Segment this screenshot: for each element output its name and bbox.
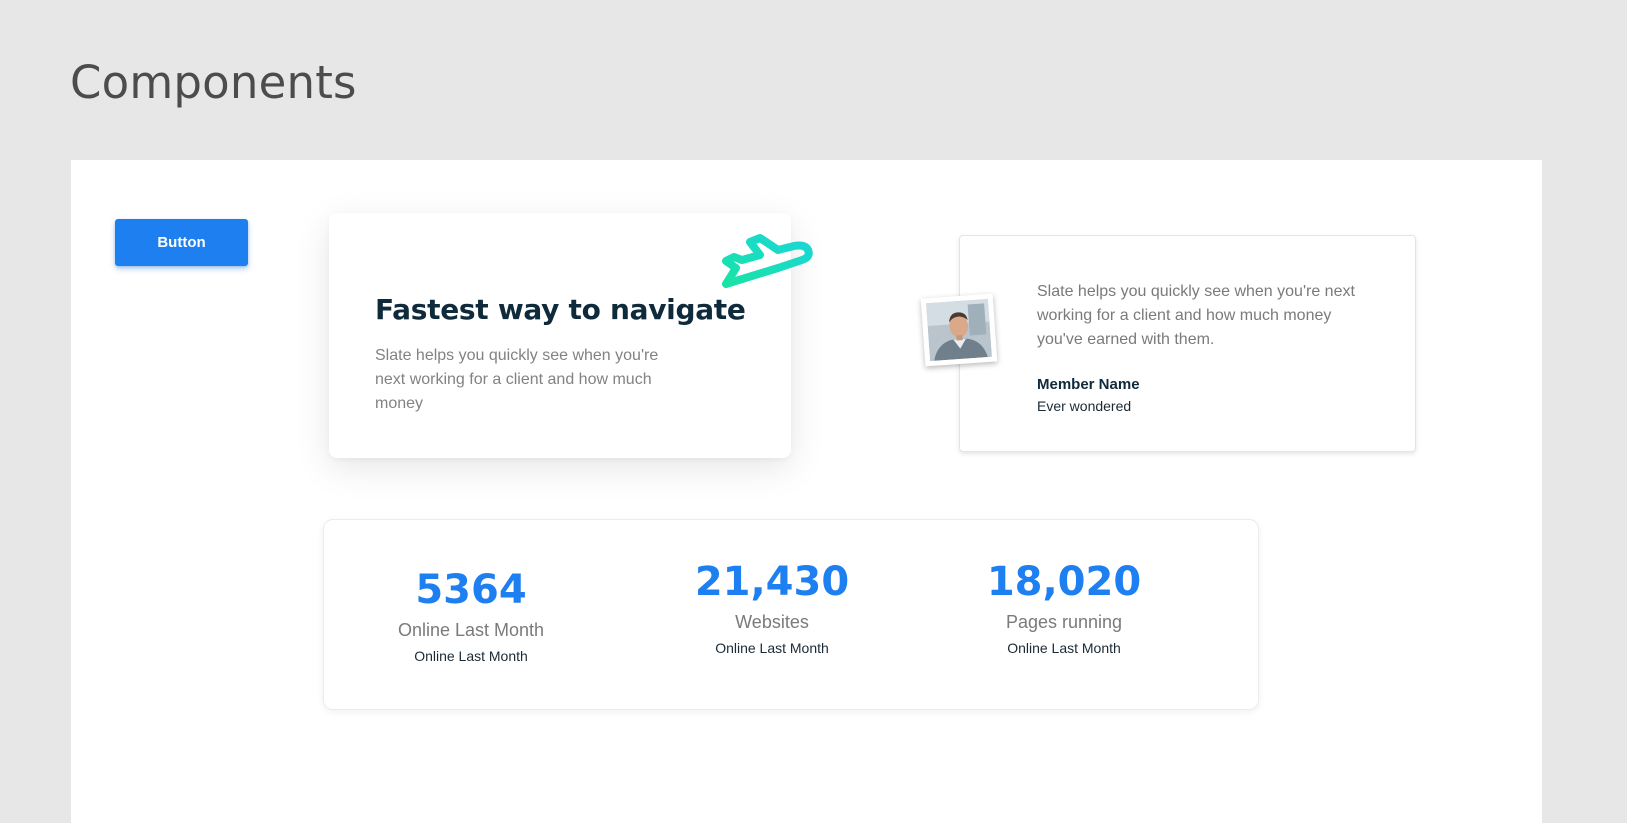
stat-caption: Online Last Month (715, 640, 829, 656)
airplane-icon (722, 234, 813, 288)
stat-label: Websites (735, 612, 809, 632)
testimonial-quote: Slate helps you quickly see when you're … (1037, 283, 1355, 348)
stat-value: 18,020 (986, 559, 1142, 605)
stat-caption: Online Last Month (1007, 640, 1121, 656)
stat-value: 21,430 (694, 559, 850, 605)
components-canvas: Button Fastest way to navigate Slate hel… (71, 160, 1542, 823)
feature-card: Fastest way to navigate Slate helps you … (329, 213, 813, 458)
member-name: Member Name (1037, 376, 1140, 393)
stat-label: Pages running (1005, 612, 1123, 632)
feature-description: Slate helps you quickly see when you're … (375, 347, 659, 412)
stat-item: 21,430 Websites Online Last Month (652, 558, 892, 657)
stat-label: Online Last Month (397, 620, 545, 640)
stat-item: 18,020 Pages running Online Last Month (944, 558, 1184, 657)
member-photo (926, 298, 992, 362)
stat-value: 5364 (415, 567, 527, 613)
member-subtitle: Ever wondered (1037, 398, 1132, 414)
primary-button[interactable]: Button (115, 219, 248, 266)
feature-title: Fastest way to navigate (375, 293, 746, 326)
page-title: Components (70, 56, 357, 109)
stat-item: 5364 Online Last Month Online Last Month (351, 566, 591, 665)
stats-card: 5364 Online Last Month Online Last Month… (323, 519, 1259, 710)
testimonial-card: Slate helps you quickly see when you're … (920, 235, 1416, 452)
stat-caption: Online Last Month (414, 648, 528, 664)
avatar (920, 293, 998, 367)
